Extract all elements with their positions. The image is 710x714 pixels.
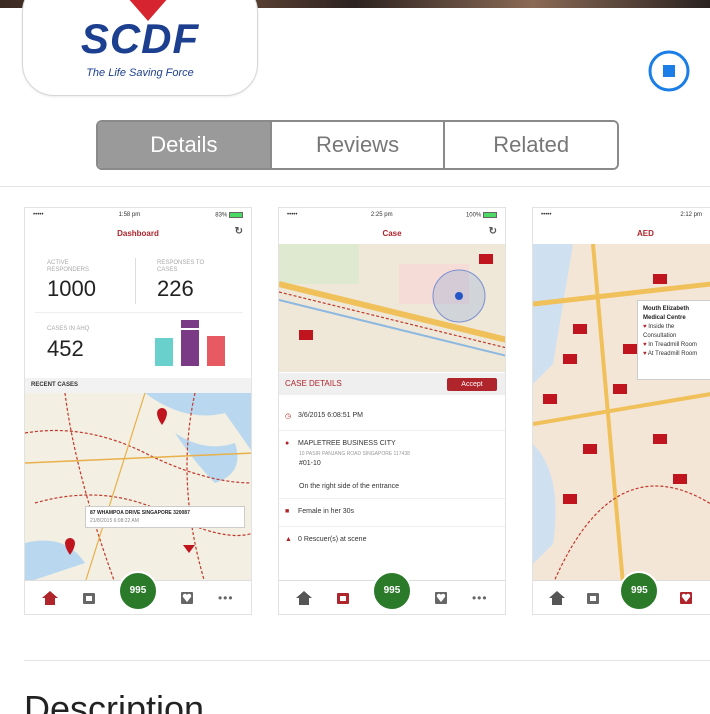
- status-bar: ••••• 2:12 pm: [533, 208, 710, 222]
- recent-cases-map[interactable]: [25, 393, 251, 583]
- responses-value: 226: [157, 276, 194, 301]
- recent-cases-header: RECENT CASES: [25, 378, 251, 393]
- cases-icon[interactable]: [80, 589, 98, 607]
- location-pin-icon: ●: [285, 440, 290, 447]
- case-map[interactable]: [279, 244, 505, 372]
- case-card-address: 87 WHAMPOA DRIVE SINGAPORE 320087: [90, 510, 190, 516]
- more-icon[interactable]: •••: [217, 589, 235, 607]
- tab-bar: 995: [533, 570, 710, 614]
- aed-card-title: Mouth Elizabeth Medical Centre: [643, 306, 689, 321]
- screenshot-case[interactable]: ••••• 2:25 pm 100% Case ↻ CASE DETAILS A…: [278, 207, 506, 615]
- tab-bar: 995 •••: [25, 570, 251, 614]
- tab-reviews[interactable]: Reviews: [271, 122, 446, 168]
- divider: [279, 498, 505, 499]
- nav-title: Dashboard: [117, 228, 159, 238]
- tab-related[interactable]: Related: [445, 122, 617, 168]
- divider: [279, 526, 505, 527]
- nav-bar: Case ↻: [279, 222, 505, 244]
- case-location-row: ● MAPLETREE BUSINESS CITY: [285, 440, 396, 447]
- divider: [279, 430, 505, 431]
- nav-title: Case: [382, 228, 402, 238]
- aed-card-row: Inside the Consultation: [643, 323, 705, 341]
- home-icon[interactable]: [548, 589, 566, 607]
- aed-map[interactable]: [533, 244, 710, 584]
- signal-indicator: •••••: [541, 212, 552, 218]
- aed-icon[interactable]: [432, 589, 450, 607]
- call-995-button[interactable]: 995: [371, 570, 412, 611]
- cases-icon[interactable]: [334, 589, 352, 607]
- accept-button[interactable]: Accept: [447, 378, 497, 391]
- responses-label: RESPONSES TO CASES: [157, 260, 205, 273]
- nav-bar: AED: [533, 222, 710, 244]
- cases-icon[interactable]: [584, 589, 602, 607]
- refresh-icon[interactable]: ↻: [235, 226, 243, 237]
- chart-bar-2: [181, 330, 199, 366]
- status-bar: ••••• 2:25 pm 100%: [279, 208, 505, 222]
- status-time: 1:58 pm: [118, 212, 141, 218]
- stat-divider: [135, 258, 136, 304]
- case-address: 10 PASIR PANJANG ROAD SINGAPORE 117438: [299, 451, 410, 457]
- call-995-button[interactable]: 995: [117, 570, 158, 611]
- signal-indicator: •••••: [287, 212, 298, 218]
- signal-indicator: •••••: [33, 212, 44, 218]
- case-datetime-row: ◷ 3/6/2015 6:08:51 PM: [285, 412, 363, 420]
- more-icon[interactable]: •••: [471, 589, 489, 607]
- patient-icon: ■: [285, 508, 290, 515]
- logo-tagline: The Life Saving Force: [86, 67, 194, 79]
- cases-value: 452: [47, 336, 84, 361]
- description-heading: Description: [24, 688, 205, 714]
- divider: [0, 186, 710, 187]
- case-card-time: 21/8/2015 6:08:22 AM: [90, 518, 139, 524]
- chart-badge: [181, 320, 199, 328]
- home-icon[interactable]: [41, 589, 59, 607]
- chart-bar-1: [155, 338, 173, 366]
- nav-title: AED: [637, 228, 654, 238]
- logo-text: SCDF: [80, 15, 200, 62]
- segmented-control: Details Reviews Related: [96, 120, 619, 170]
- battery-indicator: 100%: [466, 211, 497, 218]
- aed-location-card[interactable]: Mouth Elizabeth Medical Centre Inside th…: [637, 300, 710, 380]
- nav-bar: Dashboard ↻: [25, 222, 251, 244]
- clock-icon: ◷: [285, 413, 292, 420]
- cases-mini-chart: [155, 320, 225, 366]
- case-place: MAPLETREE BUSINESS CITY: [298, 440, 396, 447]
- aed-card-row: In Treadmill Room: [643, 341, 705, 350]
- aed-card-row: At Treadmill Room: [643, 350, 705, 359]
- person-icon: ▲: [285, 536, 292, 543]
- case-rescuers-row: ▲ 0 Rescuer(s) at scene: [285, 536, 366, 543]
- active-responders-label: ACTIVE RESPONDERS: [47, 260, 90, 273]
- divider: [24, 660, 710, 661]
- screenshot-aed[interactable]: ••••• 2:12 pm AED Mouth Elizabeth Medica…: [532, 207, 710, 615]
- aed-icon[interactable]: [677, 589, 695, 607]
- status-bar: ••••• 1:58 pm 83%: [25, 208, 251, 222]
- screenshot-dashboard[interactable]: ••••• 1:58 pm 83% Dashboard ↻ ACTIVE RES…: [24, 207, 252, 615]
- battery-indicator: 83%: [215, 211, 243, 218]
- case-patient: Female in her 30s: [298, 508, 355, 515]
- status-time: 2:12 pm: [680, 212, 702, 218]
- stat-rule: [35, 312, 243, 313]
- call-995-button[interactable]: 995: [619, 570, 660, 611]
- status-time: 2:25 pm: [370, 212, 393, 218]
- home-icon[interactable]: [295, 589, 313, 607]
- app-icon: SCDF The Life Saving Force: [22, 0, 258, 96]
- cases-label: CASES IN AHQ: [47, 326, 90, 332]
- case-note: On the right side of the entrance: [299, 483, 400, 490]
- refresh-icon[interactable]: ↻: [489, 226, 497, 237]
- case-unit: #01-10: [299, 460, 321, 467]
- recent-case-card[interactable]: 87 WHAMPOA DRIVE SINGAPORE 320087 21/8/2…: [85, 506, 245, 528]
- download-progress-button[interactable]: [646, 48, 692, 94]
- chart-bar-3: [207, 336, 225, 366]
- aed-icon[interactable]: [178, 589, 196, 607]
- case-rescuers: 0 Rescuer(s) at scene: [298, 536, 367, 543]
- case-patient-row: ■ Female in her 30s: [285, 508, 354, 515]
- tab-bar: 995 •••: [279, 570, 505, 614]
- active-responders-value: 1000: [47, 276, 96, 301]
- case-datetime: 3/6/2015 6:08:51 PM: [298, 412, 363, 419]
- tab-details[interactable]: Details: [98, 122, 272, 168]
